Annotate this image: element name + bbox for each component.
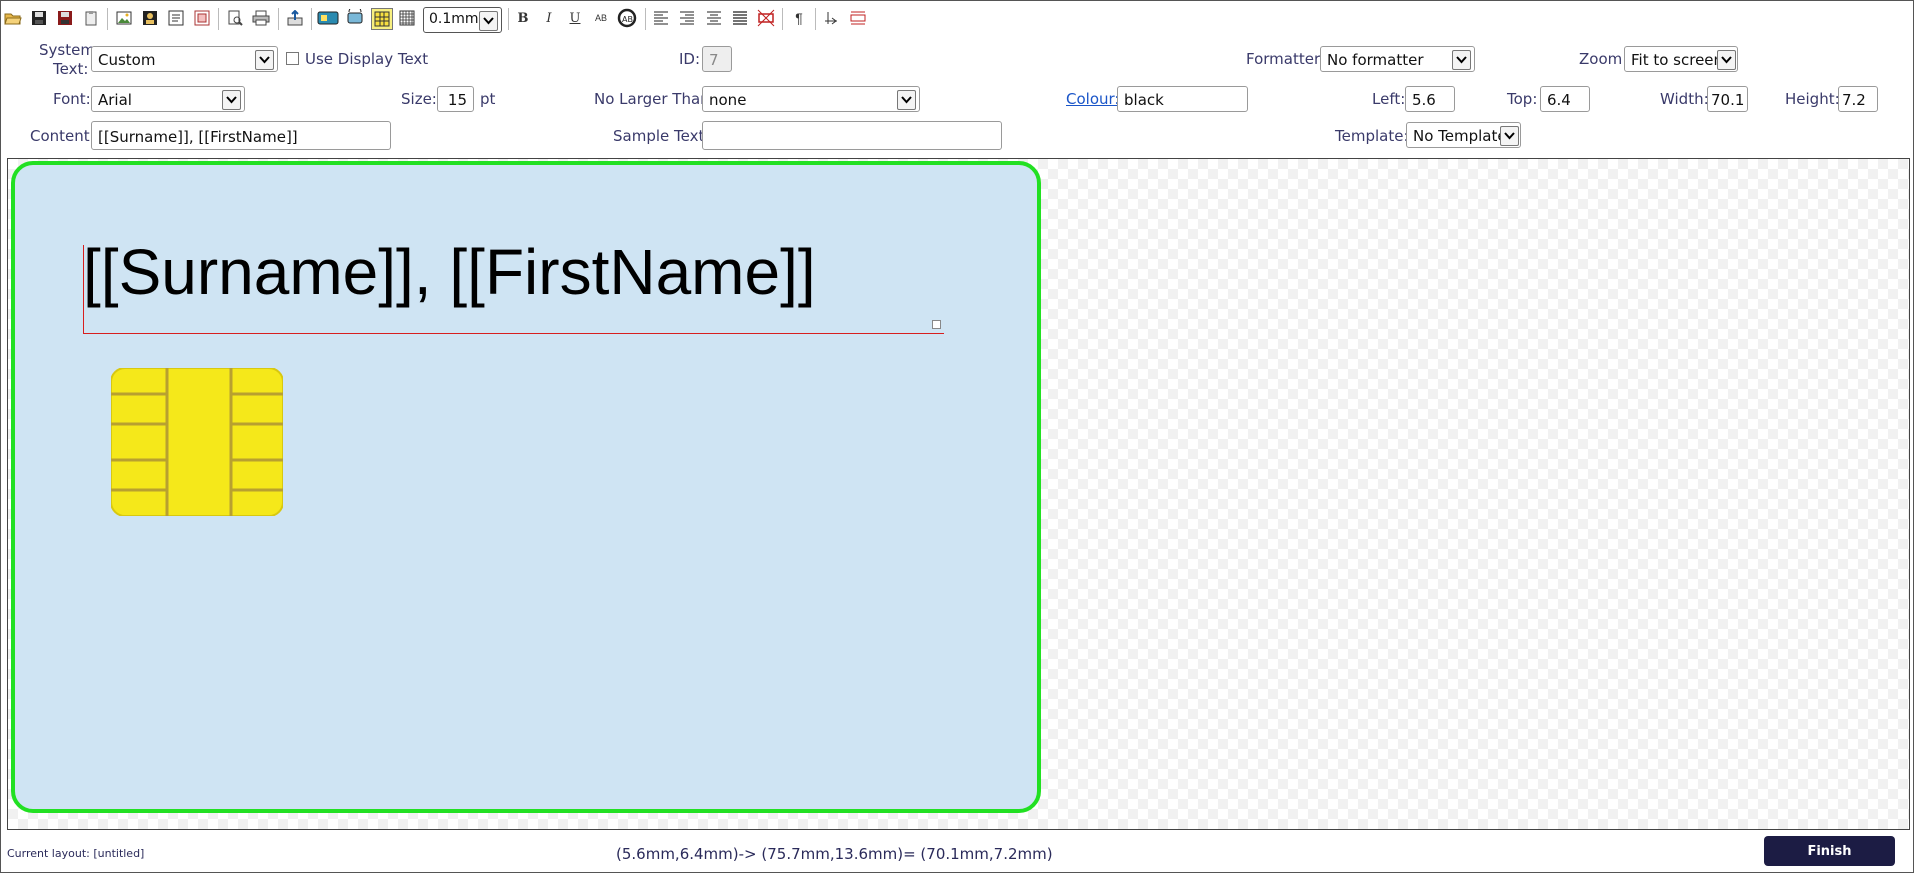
insert-photo-icon[interactable] — [140, 8, 160, 28]
insert-image-icon[interactable] — [114, 8, 134, 28]
clipboard-icon[interactable] — [81, 8, 101, 28]
height-value: 7.2 — [1842, 91, 1866, 109]
colour-input[interactable]: black — [1117, 86, 1248, 112]
use-display-text-checkbox[interactable] — [286, 52, 299, 65]
sample-text-label: Sample Text: — [613, 127, 710, 145]
font-select[interactable]: Arial — [91, 86, 245, 112]
template-label: Template: — [1335, 127, 1409, 145]
open-folder-icon[interactable] — [3, 8, 23, 28]
insert-text-icon[interactable] — [166, 8, 186, 28]
width-value: 70.1 — [1711, 91, 1745, 109]
card-layout[interactable]: [[Surname]], [[FirstName]] — [11, 161, 1041, 813]
print-icon[interactable] — [251, 8, 271, 28]
left-value: 5.6 — [1412, 91, 1436, 109]
coordinates-readout: (5.6mm,6.4mm)-> (75.7mm,13.6mm)= (70.1mm… — [616, 845, 1053, 863]
size-unit: pt — [480, 90, 496, 108]
top-input[interactable]: 6.4 — [1540, 86, 1590, 112]
formatter-select[interactable]: No formatter — [1320, 46, 1475, 72]
finish-button[interactable]: Finish — [1764, 836, 1895, 866]
chevron-down-icon — [1500, 126, 1519, 146]
align-justify-icon[interactable] — [730, 8, 750, 28]
zoom-select[interactable]: Fit to screen — [1624, 46, 1738, 72]
insert-shape-icon[interactable] — [192, 8, 212, 28]
no-larger-than-select[interactable]: none — [702, 86, 920, 112]
chip-image[interactable] — [111, 368, 283, 516]
snap-grid-icon[interactable] — [397, 8, 417, 28]
formatter-value: No formatter — [1327, 51, 1424, 69]
content-value: [[Surname]], [[FirstName]] — [98, 128, 298, 146]
height-input[interactable]: 7.2 — [1838, 86, 1878, 112]
design-canvas[interactable]: [[Surname]], [[FirstName]] — [7, 158, 1910, 830]
chevron-down-icon — [897, 90, 916, 110]
use-display-text-label: Use Display Text — [305, 50, 429, 68]
no-larger-than-value: none — [709, 91, 747, 109]
template-select[interactable]: No Template — [1406, 122, 1521, 148]
font-label: Font: — [53, 90, 91, 108]
underline-button[interactable]: U — [565, 8, 585, 28]
system-text-label-2: Text: — [53, 60, 89, 78]
top-value: 6.4 — [1547, 91, 1571, 109]
save-as-icon[interactable] — [55, 8, 75, 28]
system-text-label-1: System — [39, 41, 95, 59]
print-preview-icon[interactable] — [225, 8, 245, 28]
distribute-icon[interactable] — [848, 8, 868, 28]
colour-link[interactable]: Colour: — [1066, 90, 1119, 108]
system-text-value: Custom — [98, 51, 156, 69]
resize-handle[interactable] — [932, 320, 941, 329]
export-icon[interactable] — [285, 8, 305, 28]
left-label: Left: — [1372, 90, 1406, 108]
align-left-icon[interactable] — [651, 8, 671, 28]
zoom-label: Zoom: — [1579, 50, 1628, 68]
width-label: Width: — [1660, 90, 1709, 108]
chevron-down-icon — [1452, 50, 1471, 70]
bold-button[interactable]: B — [513, 8, 533, 28]
id-label: ID: — [679, 50, 701, 68]
zoom-value: Fit to screen — [1631, 51, 1724, 69]
move-handle-icon[interactable] — [821, 8, 841, 28]
font-value: Arial — [98, 91, 132, 109]
fit-text-icon[interactable] — [756, 8, 776, 28]
top-label: Top: — [1507, 90, 1538, 108]
chevron-down-icon — [1717, 50, 1736, 70]
width-input[interactable]: 70.1 — [1707, 86, 1748, 112]
id-value: 7 — [709, 51, 719, 69]
grid-size-value: 0.1mm — [429, 11, 479, 27]
svg-text:AB: AB — [622, 15, 633, 24]
colour-value: black — [1124, 91, 1164, 109]
save-icon[interactable] — [29, 8, 49, 28]
content-input[interactable]: [[Surname]], [[FirstName]] — [91, 121, 391, 150]
no-larger-than-label: No Larger Than: — [594, 90, 715, 108]
card-text-element[interactable]: [[Surname]], [[FirstName]] — [83, 240, 816, 304]
template-value: No Template — [1413, 127, 1507, 145]
rotate-text-icon[interactable]: AB — [617, 8, 637, 28]
italic-button[interactable]: I — [539, 8, 559, 28]
chevron-down-icon — [255, 50, 274, 70]
current-layout-status: Current layout: [untitled] — [7, 847, 145, 860]
size-value: 15 — [447, 91, 467, 109]
chevron-down-icon — [479, 11, 498, 31]
small-caps-button[interactable]: AB — [591, 8, 611, 28]
align-center-icon[interactable] — [704, 8, 724, 28]
grid-size-select[interactable]: 0.1mm — [423, 7, 502, 33]
content-label: Content: — [30, 127, 95, 145]
card-front-icon[interactable] — [316, 8, 340, 28]
flip-card-icon[interactable] — [345, 8, 365, 28]
system-text-select[interactable]: Custom — [91, 46, 278, 72]
left-input[interactable]: 5.6 — [1405, 86, 1455, 112]
chevron-down-icon — [222, 90, 241, 110]
paragraph-button[interactable]: ¶ — [789, 8, 809, 28]
id-field: 7 — [702, 46, 732, 72]
align-right-icon[interactable] — [677, 8, 697, 28]
formatter-label: Formatter: — [1246, 50, 1325, 68]
size-label: Size: — [401, 90, 437, 108]
height-label: Height: — [1785, 90, 1840, 108]
sample-text-input[interactable] — [702, 121, 1002, 150]
size-input[interactable]: 15 — [437, 86, 474, 112]
show-grid-icon[interactable] — [371, 8, 393, 30]
